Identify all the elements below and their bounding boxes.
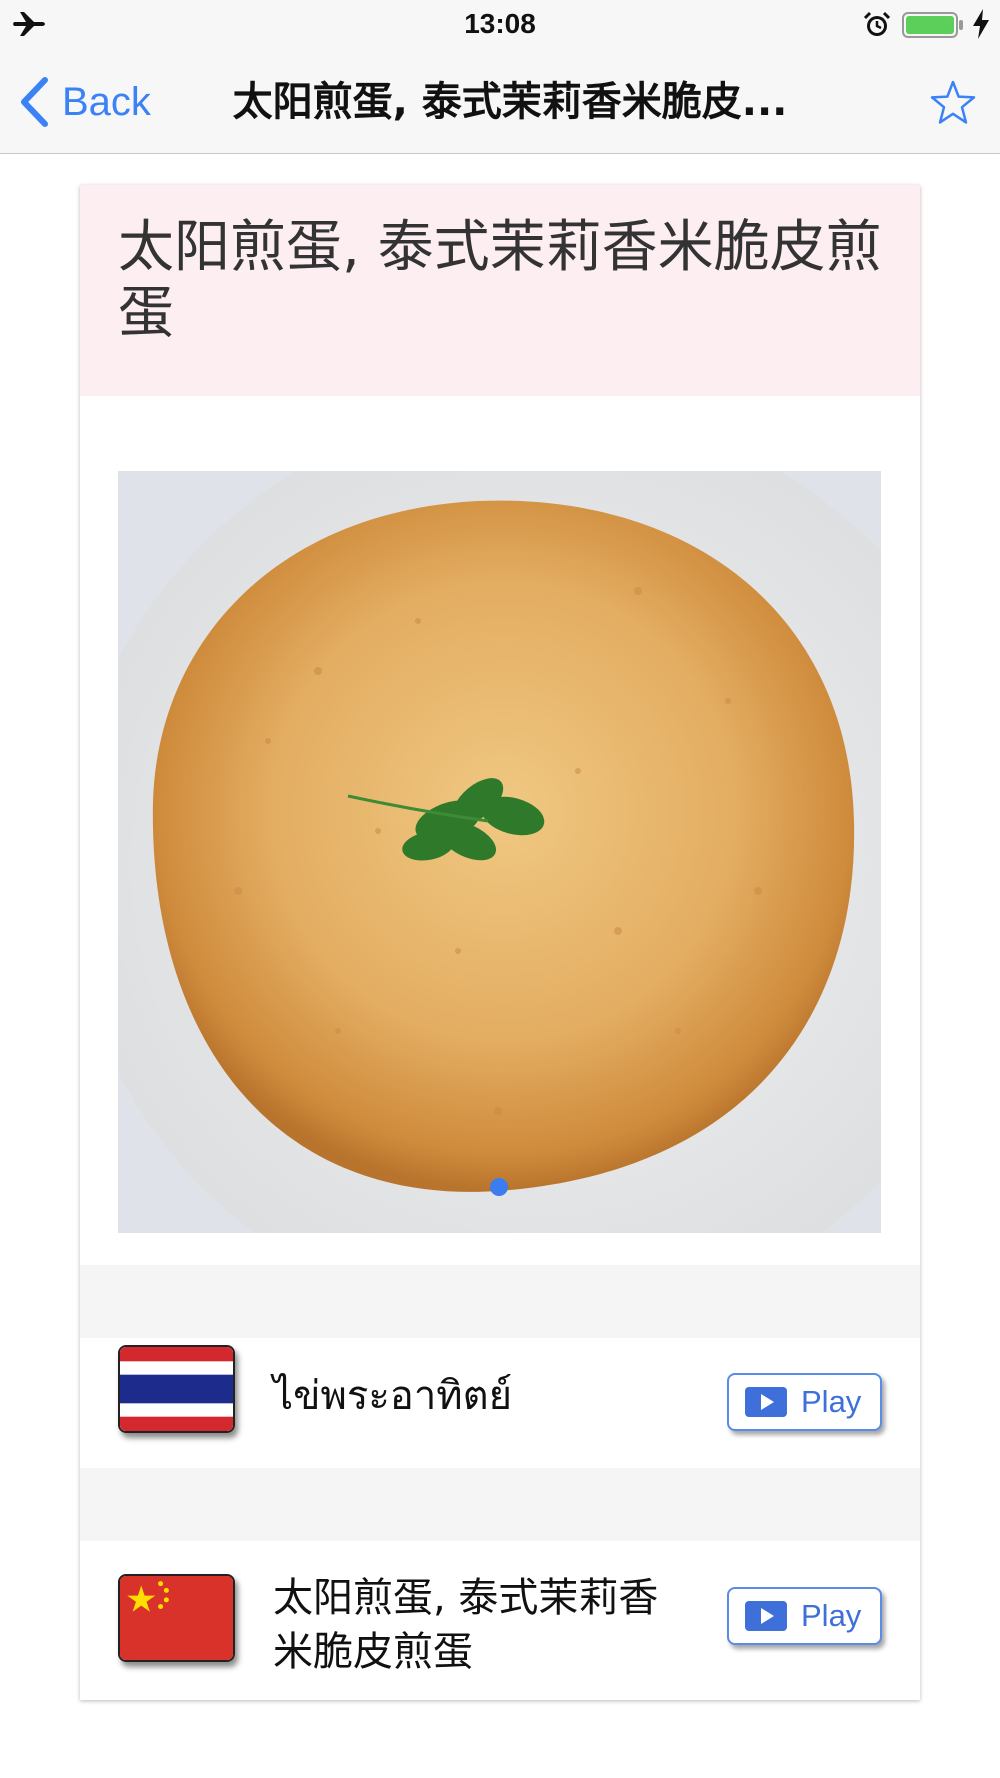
section-separator bbox=[80, 1468, 920, 1541]
fried-rice-omelette-image bbox=[118, 471, 881, 1233]
play-label: Play bbox=[801, 1598, 862, 1633]
thailand-flag-icon bbox=[118, 1345, 235, 1433]
china-flag-icon bbox=[118, 1574, 235, 1662]
navigation-bar: Back 太阳煎蛋, 泰式茉莉香米脆皮... bbox=[0, 50, 1000, 154]
play-icon bbox=[745, 1387, 787, 1417]
play-icon bbox=[745, 1601, 787, 1631]
charging-bolt-icon bbox=[973, 9, 989, 39]
dish-photo[interactable] bbox=[118, 471, 881, 1233]
back-label: Back bbox=[62, 79, 151, 124]
language-row-chinese: 太阳煎蛋, 泰式茉莉香米脆皮煎蛋 Play bbox=[80, 1541, 920, 1700]
play-thai-button[interactable]: Play bbox=[727, 1373, 882, 1431]
back-button[interactable]: Back bbox=[18, 74, 151, 130]
chevron-left-icon bbox=[21, 77, 48, 127]
language-row-thai: ไข่พระอาทิตย์ Play bbox=[80, 1338, 920, 1468]
page-indicator-dot bbox=[490, 1178, 508, 1196]
dish-title: 太阳煎蛋, 泰式茉莉香米脆皮煎蛋 bbox=[118, 215, 882, 346]
play-chinese-button[interactable]: Play bbox=[727, 1587, 882, 1645]
thai-name: ไข่พระอาทิตย์ bbox=[273, 1373, 513, 1419]
nav-title: 太阳煎蛋, 泰式茉莉香米脆皮... bbox=[232, 79, 788, 125]
play-label: Play bbox=[801, 1384, 862, 1419]
status-time: 13:08 bbox=[464, 8, 536, 39]
battery-icon bbox=[902, 12, 963, 38]
status-bar: 13:08 bbox=[0, 0, 1000, 50]
dish-header: 太阳煎蛋, 泰式茉莉香米脆皮煎蛋 bbox=[80, 185, 920, 396]
chinese-name: 太阳煎蛋, 泰式茉莉香米脆皮煎蛋 bbox=[273, 1575, 659, 1675]
alarm-icon bbox=[863, 11, 891, 36]
dish-card: 太阳煎蛋, 泰式茉莉香米脆皮煎蛋 ไข่พระอาทิตย์ Play 太阳煎蛋… bbox=[80, 185, 920, 1700]
favorite-star-icon[interactable] bbox=[928, 78, 978, 128]
section-separator bbox=[80, 1265, 920, 1338]
